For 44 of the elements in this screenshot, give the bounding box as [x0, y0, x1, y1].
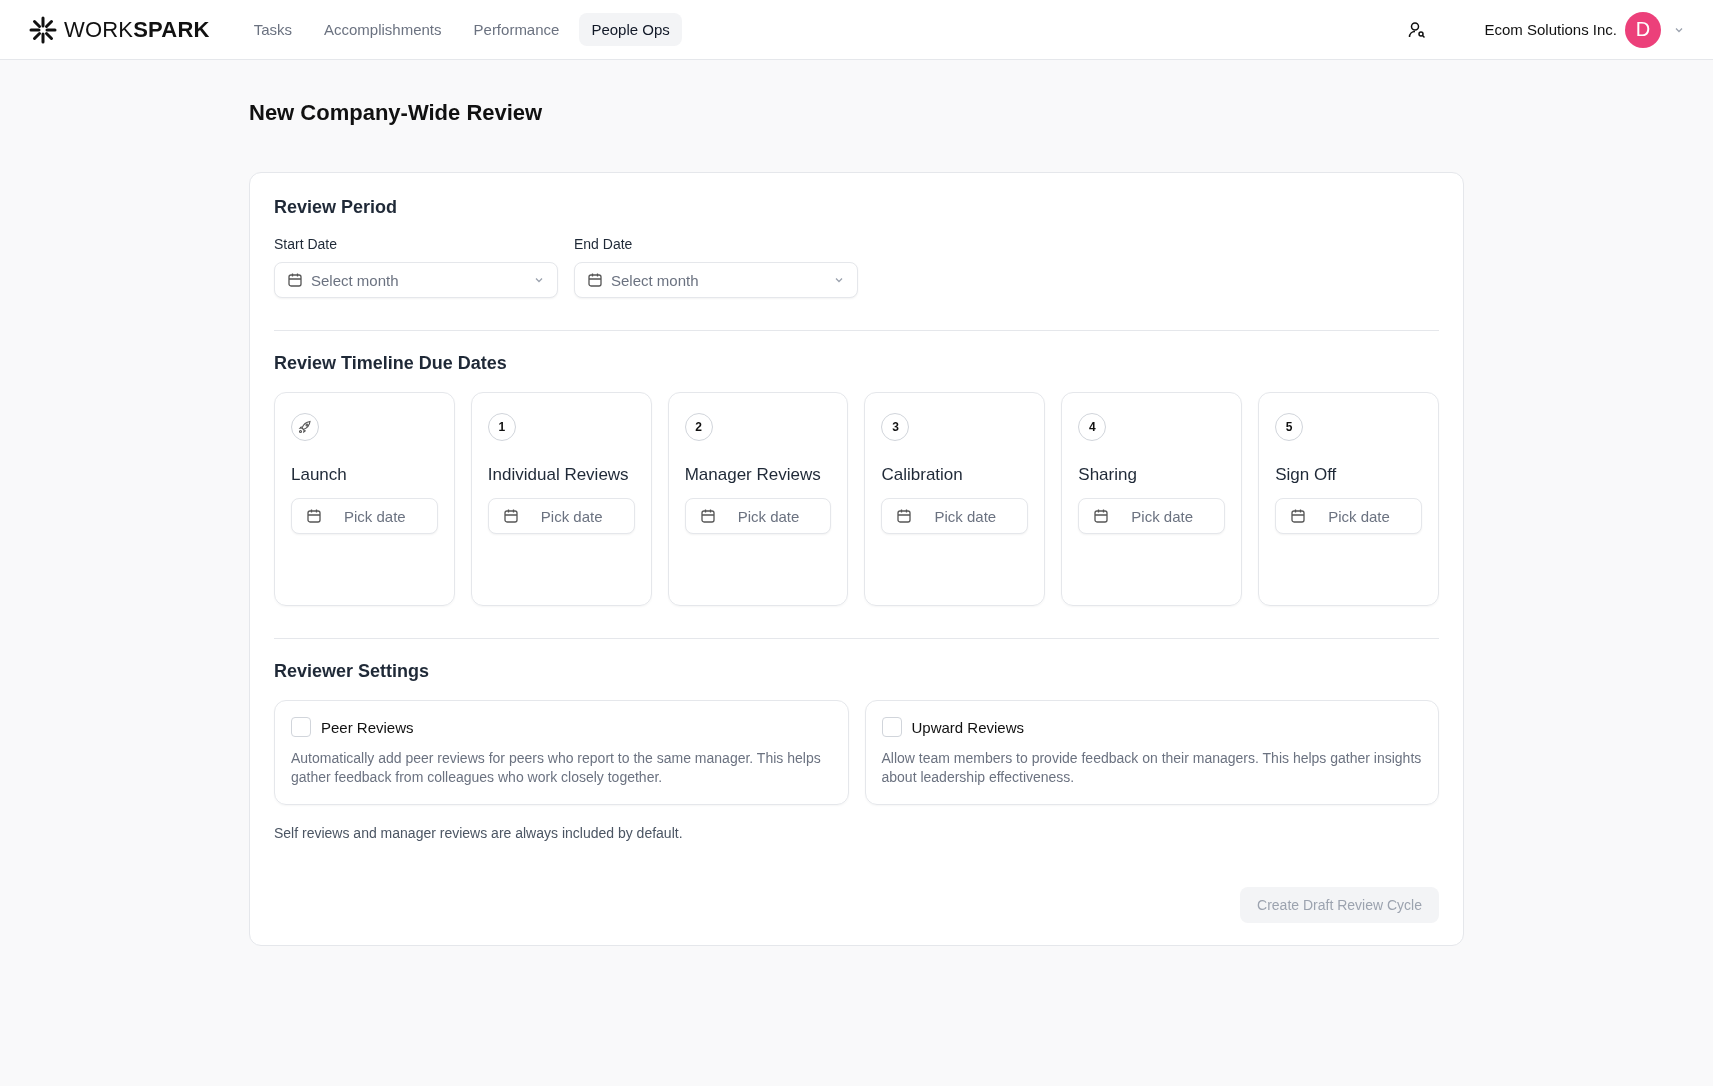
step-name: Manager Reviews	[684, 465, 822, 485]
option-description: Allow team members to provide feedback on their managers. This helps gather insights about leadership effectiveness.	[881, 749, 1422, 787]
date-picker[interactable]: Pick date	[487, 498, 635, 534]
step-name: Individual Reviews	[487, 465, 630, 485]
step-name: Calibration	[881, 465, 964, 485]
date-picker[interactable]: Pick date	[291, 498, 438, 534]
nav-tab[interactable]: Performance	[461, 13, 572, 46]
month-select[interactable]: Select month	[574, 262, 858, 298]
calendar-icon	[306, 508, 322, 524]
section-heading: Review Period	[274, 197, 399, 218]
date-picker[interactable]: Pick date	[1078, 498, 1226, 534]
user-search-icon[interactable]	[1408, 20, 1427, 39]
section-heading: Reviewer Settings	[274, 661, 431, 682]
option-description: Automatically add peer reviews for peers who report to the same manager. This helps gather feedback from colleagues who work closely together.	[291, 749, 822, 787]
calendar-icon	[502, 508, 519, 524]
calendar-icon	[1290, 508, 1307, 524]
step-name: Launch	[291, 465, 348, 485]
option-label: Upward Reviews	[911, 718, 1025, 736]
step-name: Sharing	[1078, 465, 1138, 485]
option-label: Peer Reviews	[321, 718, 414, 736]
calendar-icon	[587, 272, 603, 288]
default-note: Self reviews and manager reviews are always included by default.	[274, 825, 684, 841]
calendar-icon	[1093, 508, 1110, 524]
field-label: Start Date	[274, 236, 339, 252]
calendar-icon	[287, 272, 303, 288]
logo-icon	[28, 14, 58, 45]
company-name: Ecom Solutions Inc.	[1484, 21, 1617, 38]
avatar[interactable]: D	[1625, 11, 1661, 48]
month-select[interactable]: Select month	[274, 262, 558, 298]
calendar-icon	[896, 508, 913, 524]
date-picker[interactable]: Pick date	[684, 498, 832, 534]
checkbox[interactable]	[881, 717, 902, 737]
nav-tab[interactable]: Accomplishments	[312, 13, 454, 46]
date-picker[interactable]: Pick date	[1275, 498, 1422, 534]
section-heading: Review Timeline Due Dates	[274, 353, 508, 374]
step-name: Sign Off	[1275, 465, 1338, 485]
nav-tab[interactable]: People Ops	[579, 13, 682, 46]
page-title: New Company-Wide Review	[249, 100, 544, 126]
logo-text: WORKSPARK	[64, 16, 210, 43]
field-label: End Date	[574, 236, 634, 252]
checkbox[interactable]	[291, 717, 311, 737]
nav-tab[interactable]: Tasks	[241, 13, 304, 46]
calendar-icon	[699, 508, 716, 524]
date-picker[interactable]: Pick date	[881, 498, 1029, 534]
